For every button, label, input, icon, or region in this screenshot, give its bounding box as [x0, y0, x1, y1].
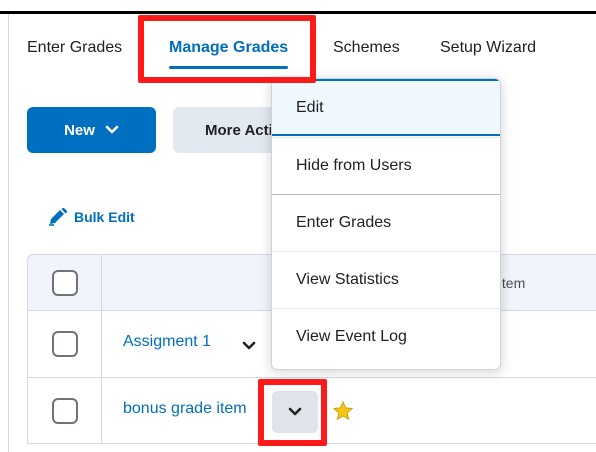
- tab-manage-grades-label: Manage Grades: [169, 39, 289, 56]
- column-divider: [101, 378, 102, 443]
- item-actions-menu: Edit Hide from Users Enter Grades View S…: [271, 78, 501, 370]
- new-button[interactable]: New: [27, 107, 156, 153]
- chevron-down-icon: [288, 407, 302, 416]
- item-actions-button[interactable]: [238, 335, 260, 357]
- menu-item-enter-grades[interactable]: Enter Grades: [272, 194, 500, 251]
- select-all-checkbox[interactable]: [52, 270, 78, 296]
- menu-item-view-event-log[interactable]: View Event Log: [272, 308, 500, 365]
- top-bar: [0, 0, 596, 14]
- menu-item-edit[interactable]: Edit: [272, 79, 500, 136]
- row-checkbox[interactable]: [52, 331, 78, 357]
- chevron-down-icon: [242, 341, 256, 350]
- column-divider: [101, 311, 102, 377]
- pencil-icon: [49, 208, 68, 226]
- chevron-down-icon: [105, 125, 119, 134]
- tab-setup-wizard[interactable]: Setup Wizard: [440, 38, 536, 58]
- bulk-edit-button[interactable]: Bulk Edit: [48, 208, 135, 226]
- column-divider: [101, 255, 102, 310]
- grade-item-link[interactable]: Assigment 1: [123, 333, 211, 351]
- table-row: bonus grade item: [27, 377, 596, 444]
- bulk-edit-label: Bulk Edit: [74, 209, 135, 225]
- left-border: [8, 14, 9, 452]
- tab-schemes[interactable]: Schemes: [333, 38, 400, 58]
- tab-enter-grades[interactable]: Enter Grades: [27, 38, 122, 58]
- star-icon: [332, 400, 354, 421]
- menu-item-hide-from-users[interactable]: Hide from Users: [272, 137, 500, 194]
- new-button-label: New: [64, 121, 95, 139]
- active-tab-underline: [169, 66, 289, 69]
- manage-grades-page: Enter Grades Manage Grades Schemes Setup…: [0, 0, 596, 452]
- grade-item-link[interactable]: bonus grade item: [123, 400, 247, 418]
- item-column-header[interactable]: Item: [498, 275, 525, 291]
- row-checkbox[interactable]: [52, 398, 78, 424]
- item-actions-button[interactable]: [272, 391, 318, 433]
- tab-manage-grades[interactable]: Manage Grades: [169, 38, 289, 69]
- menu-item-view-statistics[interactable]: View Statistics: [272, 251, 500, 308]
